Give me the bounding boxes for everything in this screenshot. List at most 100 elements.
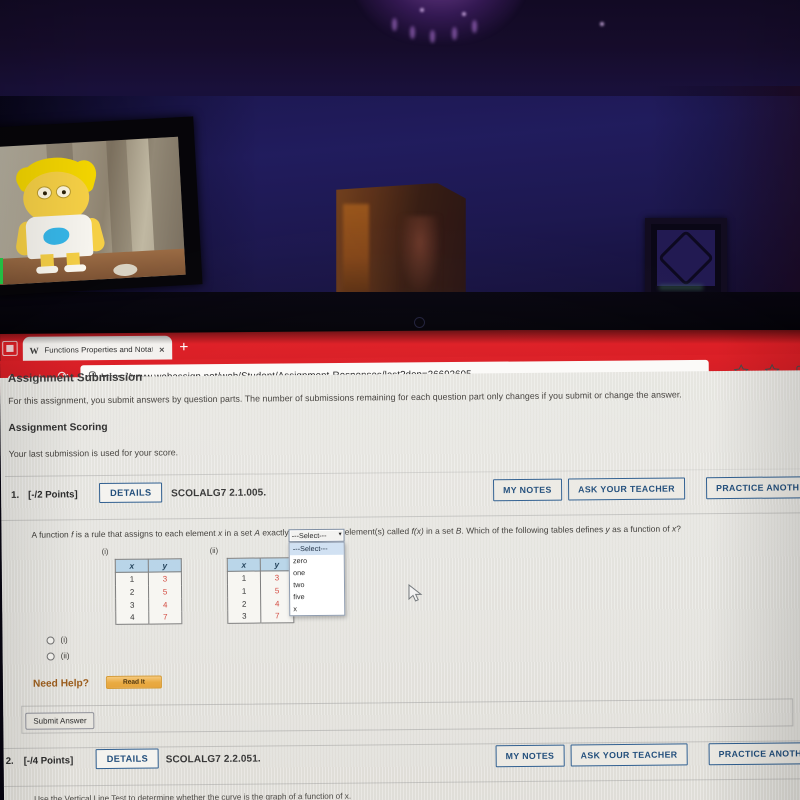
column-header-x: x [227, 558, 261, 572]
browser-window: W Functions Properties and Notatio × + ←… [0, 330, 800, 800]
chevron-down-icon: ▾ [338, 531, 342, 538]
question-1-block: 1. [-/2 Points] DETAILS SCOLALG7 2.1.005… [1, 476, 800, 749]
screenshot-root: W Functions Properties and Notatio × + ←… [0, 0, 800, 800]
chandelier-crystal [392, 18, 397, 31]
radio-button-i[interactable] [46, 635, 55, 645]
radio-button-ii[interactable] [46, 651, 55, 661]
table-row: 1 5 [227, 583, 294, 598]
select-option[interactable]: two [290, 579, 344, 592]
picture-glow [659, 285, 703, 290]
submit-area [21, 698, 794, 734]
cell-x: 2 [115, 585, 149, 599]
column-header-x: x [115, 559, 149, 573]
chandelier-sparkle [420, 8, 424, 12]
tab-favicon-icon: W [29, 345, 39, 356]
question-1-prompt: A function f is a rule that assigns to e… [31, 521, 791, 617]
choice-label-ii: (ii) [60, 651, 70, 661]
cell-y: 7 [148, 610, 182, 625]
my-notes-button[interactable]: MY NOTES [492, 478, 562, 502]
details-button[interactable]: DETAILS [95, 748, 160, 770]
ask-your-teacher-button[interactable]: ASK YOUR TEACHER [567, 477, 686, 501]
prompt-symbol-a: A [254, 527, 260, 538]
cartoon-character [12, 155, 115, 276]
system-menu-icon[interactable] [2, 340, 18, 356]
table-row: 4 7 [115, 610, 182, 625]
details-button[interactable]: DETAILS [99, 482, 163, 504]
webassign-page: Assignment Submission For this assignmen… [0, 370, 800, 800]
television-screen [0, 136, 186, 286]
column-header-y: y [148, 558, 182, 573]
prompt-fragment: exactly [262, 527, 289, 538]
chandelier-sparkle [462, 12, 466, 16]
prompt-symbol-f: f [71, 529, 74, 540]
prompt-symbol-fx: f(x) [411, 525, 424, 537]
question-2-prompt: Use the Vertical Line Test to determine … [34, 791, 352, 800]
screen-edge-artifact [0, 258, 3, 284]
mouse-cursor [408, 584, 423, 602]
divider [3, 778, 800, 787]
cell-x: 3 [115, 598, 149, 612]
select-option[interactable]: zero [290, 555, 344, 568]
prompt-fragment: in a set [426, 525, 454, 536]
select-option[interactable]: x [290, 603, 344, 616]
prompt-fragment: element(s) called [344, 526, 410, 537]
table-row: 2 5 [115, 584, 182, 599]
doorway-light [343, 204, 369, 292]
question-points: [-/2 Points] [28, 489, 78, 501]
select-option[interactable]: five [290, 591, 344, 604]
question-number: 2. [5, 755, 14, 767]
prompt-fragment: is a rule that assigns to each element [75, 527, 216, 540]
divider [1, 512, 800, 521]
assignment-scoring-text: Your last submission is used for your sc… [8, 447, 179, 459]
need-help-label: Need Help? [32, 678, 90, 690]
choice-label-i: (i) [60, 635, 68, 645]
close-icon[interactable]: × [157, 344, 167, 354]
table-row: 1 3 [227, 570, 294, 585]
table-i: x y 1 3 2 5 3 4 4 7 [114, 558, 183, 625]
cell-y: 4 [148, 597, 182, 612]
select-option[interactable]: ---Select--- [289, 542, 344, 556]
question-code: SCOLALG7 2.2.051. [165, 753, 261, 766]
quantity-select-wrapper: ---Select--- ▾ ---Select--- zero one two… [288, 528, 346, 617]
practice-another-button[interactable]: PRACTICE ANOTH [708, 742, 800, 766]
ask-your-teacher-button[interactable]: ASK YOUR TEACHER [570, 743, 688, 767]
read-it-button[interactable]: Read It [105, 675, 162, 689]
prompt-fragment: in a set [224, 527, 252, 538]
doorway-silhouette [400, 216, 440, 292]
submit-answer-button[interactable]: Submit Answer [25, 712, 95, 730]
prompt-fragment: . Which of the following tables defines [461, 524, 604, 536]
chandelier-sparkle [600, 22, 604, 26]
character-shoe [63, 264, 87, 273]
table-row: 3 7 [227, 609, 294, 624]
table-row: 2 4 [227, 596, 294, 611]
laptop-hinge-dot [414, 317, 425, 328]
question-code: SCOLALG7 2.1.005. [171, 487, 267, 500]
cell-y: 5 [148, 584, 182, 599]
cell-x: 3 [227, 610, 261, 624]
table-ii-label: (ii) [209, 545, 219, 555]
table-header-row: x y [115, 558, 182, 573]
cell-x: 1 [227, 571, 261, 585]
my-notes-button[interactable]: MY NOTES [495, 744, 565, 768]
divider [4, 468, 800, 477]
quantity-select[interactable]: ---Select--- ▾ [288, 528, 345, 543]
select-value: ---Select--- [291, 530, 327, 541]
prompt-fragment: A function [31, 529, 69, 540]
question-number: 1. [11, 489, 20, 501]
practice-another-button[interactable]: PRACTICE ANOTH [705, 476, 800, 500]
character-shoe [36, 265, 59, 274]
chandelier-crystal [452, 27, 457, 40]
cell-x: 1 [115, 572, 149, 586]
chandelier-crystal [410, 26, 415, 39]
choice-i[interactable]: (i) [46, 635, 68, 645]
cell-x: 4 [115, 611, 149, 625]
question-points: [-/4 Points] [23, 755, 74, 767]
select-option[interactable]: one [290, 567, 344, 580]
cell-x: 1 [227, 584, 261, 598]
table-row: 1 3 [115, 571, 182, 586]
new-tab-button[interactable]: + [179, 339, 188, 356]
quantity-select-options[interactable]: ---Select--- zero one two five x [288, 541, 346, 617]
choice-ii[interactable]: (ii) [46, 651, 70, 661]
framed-picture [645, 218, 727, 298]
prompt-symbol-x: x [217, 527, 223, 538]
